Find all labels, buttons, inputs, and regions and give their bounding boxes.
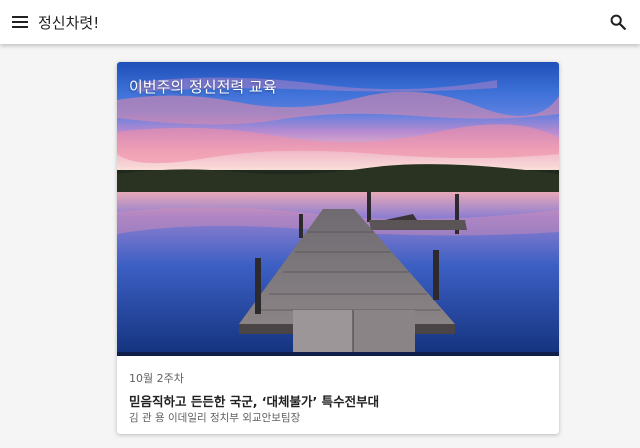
hero-title: 이번주의 정신전력 교육	[129, 78, 277, 96]
app-bar: 정신차렷!	[0, 0, 640, 44]
menu-button[interactable]	[0, 0, 40, 44]
search-icon	[610, 14, 626, 30]
app-title: 정신차렷!	[38, 13, 100, 32]
menu-icon	[12, 16, 28, 28]
article-card[interactable]: 이번주의 정신전력 교육 10월 2주차 믿음직하고 든든한 국군, ‘대체불가…	[117, 62, 559, 434]
card-headline[interactable]: 믿음직하고 든든한 국군, ‘대체불가’ 특수전부대	[129, 391, 379, 410]
search-button[interactable]	[602, 0, 634, 44]
card-meta: 10월 2주차	[129, 372, 184, 385]
hero-image	[117, 62, 559, 356]
card-byline: 김 관 용 이데일리 정치부 외교안보팀장	[129, 412, 301, 424]
